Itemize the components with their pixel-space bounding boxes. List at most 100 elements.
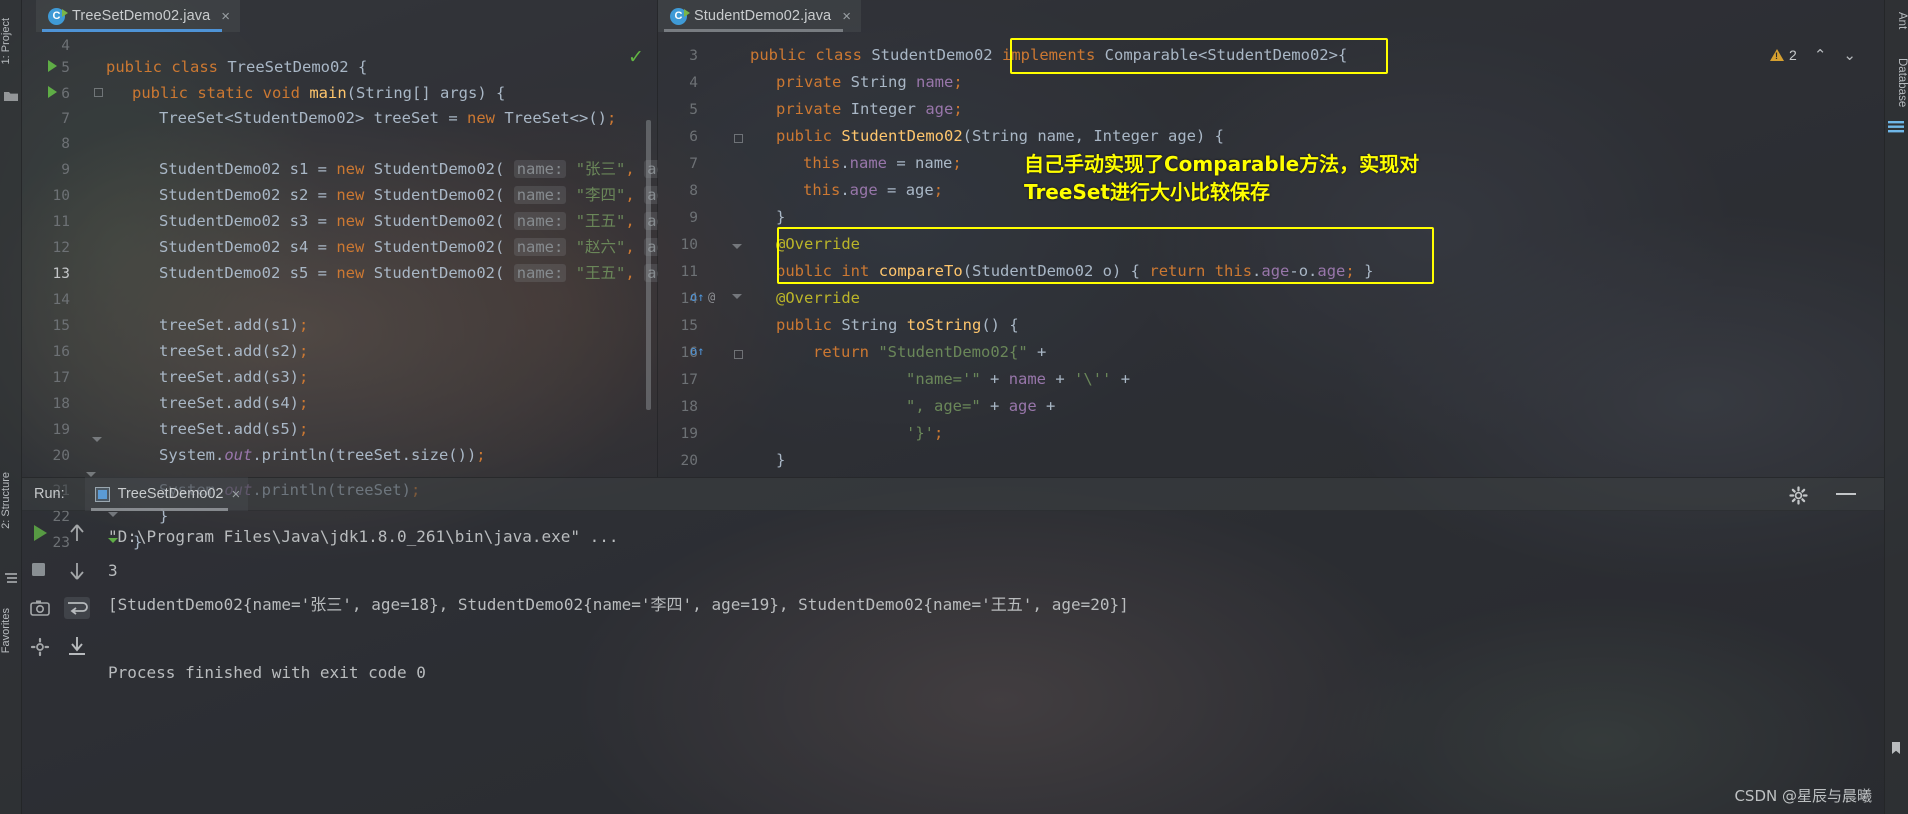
code-line: public StudentDemo02(String name, Intege…	[776, 127, 1224, 145]
soft-wrap-icon[interactable]	[64, 597, 90, 619]
sidebar-item-database[interactable]: Database	[1884, 58, 1908, 107]
code-line: StudentDemo02 s3 = new StudentDemo02( na…	[159, 212, 658, 230]
line-number: 17	[52, 370, 70, 386]
line-number: 5	[61, 60, 70, 76]
left-editor-scrollbar[interactable]	[646, 120, 651, 410]
database-stack-icon[interactable]	[1887, 118, 1905, 136]
fold-marker-end[interactable]	[92, 437, 102, 442]
left-editor-tabbar: C TreeSetDemo02.java ×	[22, 0, 658, 32]
line-number: 19	[680, 426, 698, 442]
scroll-to-end-icon[interactable]	[64, 635, 90, 657]
right-code-editor[interactable]: 3 4 5 6 7 8 9 10 11 14 15 16 17 18 19 20…	[658, 32, 1884, 477]
line-number: 17	[680, 372, 698, 388]
camera-icon[interactable]	[30, 599, 50, 617]
close-icon[interactable]: ×	[221, 8, 230, 25]
settings-gear-icon[interactable]	[1789, 486, 1808, 505]
run-label: Run:	[34, 486, 65, 502]
code-line: return "StudentDemo02{" +	[813, 343, 1047, 361]
java-class-icon: C	[670, 7, 690, 25]
warning-icon	[1770, 49, 1785, 61]
code-line: treeSet.add(s4);	[159, 394, 309, 412]
line-number: 11	[52, 214, 70, 230]
code-line: treeSet.add(s3);	[159, 368, 309, 386]
line-number: 8	[689, 183, 698, 199]
editor-tab-treesetdemo02[interactable]: C TreeSetDemo02.java ×	[36, 0, 241, 32]
watermark-text: CSDN @星辰与晨曦	[1734, 787, 1872, 805]
code-line: @Override	[776, 289, 860, 307]
line-number: 12	[52, 240, 70, 256]
code-line: treeSet.add(s2);	[159, 342, 309, 360]
next-problem-icon[interactable]: ⌄	[1843, 46, 1856, 64]
fold-marker[interactable]	[94, 88, 103, 97]
line-number: 20	[680, 453, 698, 469]
implements-marker-icon[interactable]: o↑	[690, 344, 704, 358]
code-line: "name='" + name + '\'' +	[906, 370, 1131, 388]
code-line: }	[776, 451, 786, 469]
fold-marker-tostring[interactable]	[734, 350, 743, 359]
sidebar-item-favorites[interactable]: Favorites	[0, 608, 22, 653]
stop-button[interactable]	[30, 561, 47, 578]
code-line: private Integer age;	[776, 100, 963, 118]
code-line: treeSet.add(s1);	[159, 316, 309, 334]
code-line: public int compareTo(StudentDemo02 o) { …	[776, 262, 1374, 280]
line-number: 9	[61, 162, 70, 178]
editor-tab-label: StudentDemo02.java	[694, 8, 832, 24]
line-number: 4	[689, 75, 698, 91]
run-side-toolbar	[22, 511, 122, 814]
fold-marker[interactable]	[734, 134, 743, 143]
left-code-editor[interactable]: 4 5 6 7 8 9 10 11 12 13 14 15 16 17 18 1…	[22, 32, 658, 477]
code-line: public static void main(String[] args) {	[132, 84, 506, 102]
structure-icon[interactable]	[3, 570, 19, 586]
code-line: System.out.println(treeSet.size());	[159, 446, 486, 464]
line-number: 10	[680, 237, 698, 253]
close-icon[interactable]: ×	[232, 486, 241, 503]
line-number: 6	[689, 129, 698, 145]
prev-problem-icon[interactable]: ⌃	[1814, 46, 1827, 64]
warning-count: 2	[1789, 47, 1797, 63]
code-line: private String name;	[776, 73, 963, 91]
console-line: "D:\Program Files\Java\jdk1.8.0_261\bin\…	[108, 527, 619, 546]
scroll-up-button[interactable]	[68, 523, 86, 543]
print-settings-icon[interactable]	[30, 637, 50, 657]
line-number: 18	[52, 396, 70, 412]
project-folder-icon[interactable]	[3, 88, 19, 104]
right-tool-strip: Ant Database	[1884, 0, 1908, 814]
sidebar-item-structure[interactable]: 2: Structure	[0, 472, 22, 529]
run-button[interactable]	[30, 523, 50, 543]
fold-marker-end[interactable]	[732, 244, 742, 249]
code-line: public class TreeSetDemo02 {	[106, 58, 368, 76]
inspection-ok-check[interactable]: ✓	[628, 46, 644, 69]
code-line: this.age = age;	[803, 181, 944, 199]
line-number: 7	[61, 111, 70, 127]
annotation-note-line2: TreeSet进行大小比较保存	[1024, 180, 1270, 204]
editor-tab-label: TreeSetDemo02.java	[72, 8, 211, 24]
annotation-marker-icon[interactable]: @	[708, 290, 715, 304]
console-line: Process finished with exit code 0	[108, 663, 426, 682]
run-console-body: "D:\Program Files\Java\jdk1.8.0_261\bin\…	[22, 511, 1884, 814]
line-number: 8	[61, 136, 70, 152]
code-line: StudentDemo02 s4 = new StudentDemo02( na…	[159, 238, 658, 256]
close-icon[interactable]: ×	[842, 8, 851, 25]
code-line: public class StudentDemo02 implements Co…	[750, 46, 1348, 64]
right-editor-tabbar: C StudentDemo02.java ×	[658, 0, 861, 32]
annotation-note-line1: 自己手动实现了Comparable方法，实现对	[1024, 152, 1420, 176]
sidebar-item-project[interactable]: 1: Project	[0, 18, 22, 64]
override-marker-icon[interactable]: o↑	[690, 290, 704, 304]
code-line: ", age=" + age +	[906, 397, 1056, 415]
run-config-tab[interactable]: TreeSetDemo02 ×	[84, 477, 249, 511]
code-line: StudentDemo02 s2 = new StudentDemo02( na…	[159, 186, 658, 204]
run-config-label: TreeSetDemo02	[117, 486, 224, 502]
line-number: 13	[52, 266, 70, 282]
run-tool-header: Run: TreeSetDemo02 ×	[22, 477, 1884, 511]
inspection-widget[interactable]: 2 ⌃ ⌄	[1770, 46, 1856, 64]
scroll-down-button[interactable]	[68, 561, 86, 581]
line-number: 15	[52, 318, 70, 334]
line-number: 5	[689, 102, 698, 118]
console-line: 3	[108, 561, 118, 580]
bookmark-icon[interactable]	[1888, 740, 1904, 756]
editor-tab-studentdemo02[interactable]: C StudentDemo02.java ×	[658, 0, 861, 32]
fold-marker-compareto[interactable]	[732, 294, 742, 299]
minimize-icon[interactable]	[1836, 492, 1856, 496]
sidebar-item-ant[interactable]: Ant	[1884, 12, 1908, 29]
code-line: StudentDemo02 s5 = new StudentDemo02( na…	[159, 264, 658, 282]
